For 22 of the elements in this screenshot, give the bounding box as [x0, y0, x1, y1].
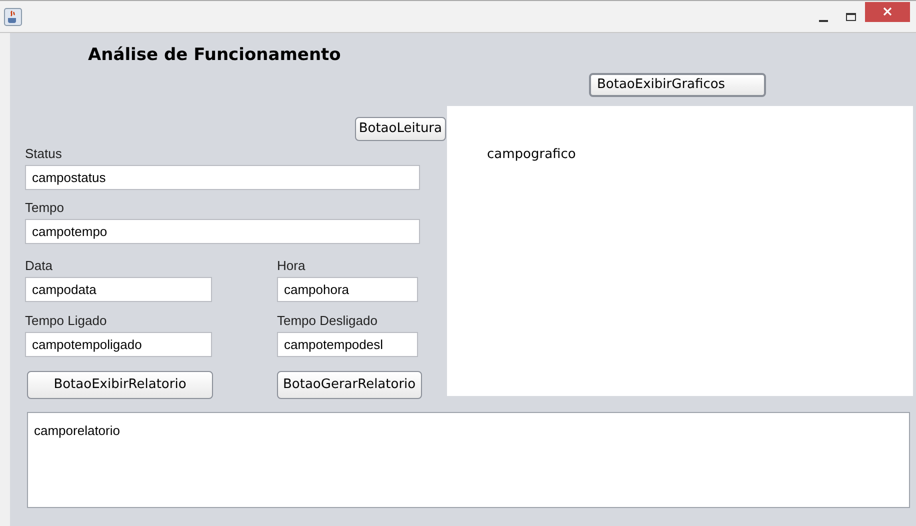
generate-report-button[interactable]: BotaoGerarRelatorio	[277, 371, 422, 399]
report-text-area[interactable]: camporelatorio	[27, 412, 910, 508]
field-label: Hora	[277, 257, 306, 275]
close-button[interactable]	[865, 2, 910, 22]
text-field[interactable]: campotempoligado	[25, 332, 212, 357]
coffee-cup-icon	[4, 8, 22, 26]
show-report-button[interactable]: BotaoExibirRelatorio	[27, 371, 213, 399]
field-label: Tempo Ligado	[25, 312, 108, 330]
text-field[interactable]: campodata	[25, 277, 212, 302]
text-field[interactable]: campostatus	[25, 165, 420, 190]
show-charts-button[interactable]: BotaoExibirGraficos	[589, 73, 766, 97]
field-label: Tempo	[25, 199, 66, 217]
field-label: Tempo Desligado	[277, 312, 378, 330]
window-heading: Análise de Funcionamento	[88, 44, 342, 67]
close-icon	[883, 7, 892, 16]
field-label: Data	[25, 257, 54, 275]
read-button[interactable]: BotaoLeitura	[354, 117, 446, 141]
text-field[interactable]: campotempo	[25, 219, 420, 244]
chart-placeholder-text: campografico	[487, 147, 576, 162]
field-label: Status	[25, 145, 63, 163]
text-field[interactable]: campotempodesl	[277, 332, 418, 357]
text-field[interactable]: campohora	[277, 277, 418, 302]
